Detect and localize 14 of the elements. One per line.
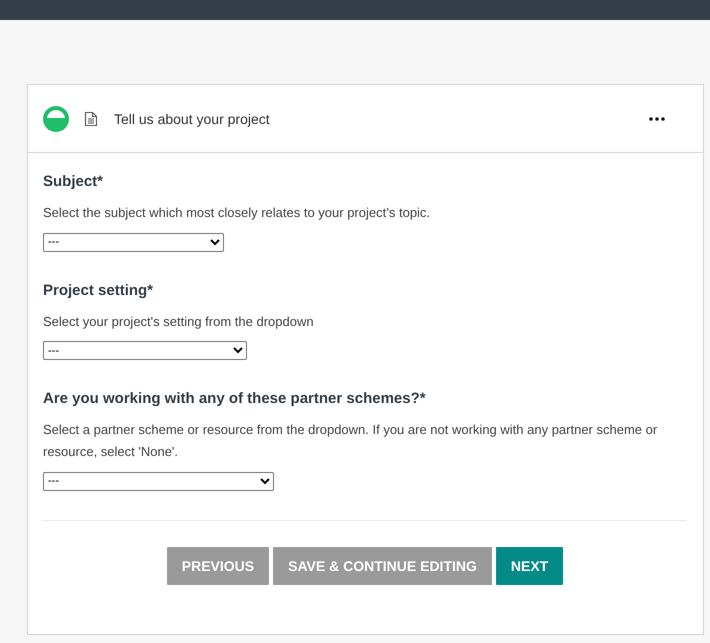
field-label: Subject* bbox=[43, 173, 104, 190]
help-text: Select a partner scheme or resource from the dropdown. If you are not working with any partner scheme or resource, select 'None'. bbox=[43, 421, 658, 461]
progress-icon bbox=[42, 104, 70, 132]
next-button[interactable]: NEXT bbox=[496, 546, 564, 584]
dropdown[interactable]: --- bbox=[43, 341, 247, 360]
dropdown[interactable]: --- bbox=[43, 472, 274, 490]
field-label: Are you working with any of these partner schemes?* bbox=[43, 390, 427, 407]
field-label: Project setting* bbox=[43, 282, 154, 298]
card-title: Tell us about your project bbox=[114, 110, 271, 126]
dropdown[interactable]: --- bbox=[43, 232, 224, 252]
more-icon[interactable] bbox=[649, 116, 665, 120]
help-text: Select the subject which most closely relates to your project’s topic. bbox=[43, 204, 432, 222]
document-icon bbox=[84, 110, 98, 126]
help-text: Select your project's setting from the dropdown bbox=[43, 312, 315, 331]
